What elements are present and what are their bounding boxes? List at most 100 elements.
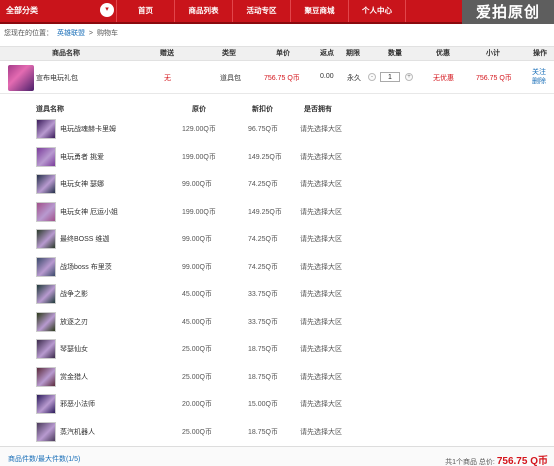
bundle-item-row: 蒸汽机器人 25.00Q币 18.75Q币 请先选择大区: [0, 419, 554, 446]
item-name: 战争之影: [60, 291, 88, 298]
subheader-price: 原价: [192, 106, 206, 113]
item-new-price: 33.75Q币: [248, 318, 278, 326]
item-owned: 请先选择大区: [300, 263, 342, 271]
subheader-new-price: 新扣价: [252, 106, 273, 113]
header-qty: 数量: [388, 50, 402, 57]
item-count-link[interactable]: 商品件数/最大件数(1/5): [8, 454, 80, 464]
item-price: 129.00Q币: [182, 126, 216, 133]
item-thumbnail: [36, 119, 56, 139]
all-categories-menu[interactable]: 全部分类 ▾: [0, 0, 116, 22]
nav-item-bean-mall[interactable]: 聚豆商城: [290, 0, 348, 22]
product-thumbnail[interactable]: [8, 65, 34, 91]
item-name: 电玩女神 厄运小姐: [60, 208, 118, 216]
item-price: 199.00Q币: [182, 153, 216, 161]
product-name[interactable]: 宣布电玩礼包: [36, 73, 78, 83]
top-nav-bar: 全部分类 ▾ 首页 商品列表 活动专区 聚豆商城 个人中心 爱拍原创: [0, 0, 554, 24]
header-points: 返点: [320, 50, 334, 57]
item-owned: 请先选择大区: [300, 291, 342, 298]
item-price: 25.00Q币: [182, 428, 212, 436]
bundle-item-row: 放逐之刃 45.00Q币 33.75Q币 请先选择大区: [0, 309, 554, 336]
breadcrumb-link-lol[interactable]: 英雄联盟: [57, 30, 85, 37]
item-owned: 请先选择大区: [300, 428, 342, 436]
item-new-price: 18.75Q币: [248, 428, 278, 436]
cart-table-header: 商品名称 赠送 类型 单价 返点 期限 数量 优惠 小计 操作: [0, 46, 554, 61]
product-period: 永久: [347, 75, 361, 82]
header-price: 单价: [276, 50, 290, 57]
header-discount: 优惠: [436, 50, 450, 57]
delete-link[interactable]: 删除: [532, 77, 546, 86]
item-price: 99.00Q币: [182, 263, 212, 271]
summary-label: 共1个商品 总价:: [445, 459, 495, 466]
item-price: 45.00Q币: [182, 291, 212, 298]
item-name: 赏金猎人: [60, 373, 88, 381]
item-thumbnail: [36, 229, 56, 249]
item-name: 电玩勇者 挑爱: [60, 153, 104, 161]
item-new-price: 96.75Q币: [248, 126, 278, 133]
bundle-items-header: 道具名称 原价 新扣价 是否拥有: [0, 104, 554, 116]
item-price: 20.00Q币: [182, 401, 212, 408]
product-gift: 无: [164, 75, 171, 82]
item-owned: 请先选择大区: [300, 318, 342, 326]
item-thumbnail: [36, 146, 56, 167]
item-new-price: 74.25Q币: [248, 263, 278, 271]
header-type: 类型: [222, 50, 236, 57]
item-thumbnail: [36, 201, 56, 222]
product-subtotal: 756.75 Q币: [476, 75, 512, 82]
header-subtotal: 小计: [486, 50, 500, 57]
nav-item-personal-center[interactable]: 个人中心: [348, 0, 406, 22]
bundle-item-row: 赏金猎人 25.00Q币 18.75Q币 请先选择大区: [0, 364, 554, 391]
item-owned: 请先选择大区: [300, 401, 342, 408]
breadcrumb-separator: >: [88, 30, 93, 37]
item-thumbnail: [36, 256, 56, 277]
item-name: 电玩女神 瑟娜: [60, 181, 104, 188]
cart-product-row: 宣布电玩礼包 无 道具包 756.75 Q币 0.00 永久 - 1 + 无优惠…: [0, 61, 554, 94]
item-name: 邪恶小法师: [60, 401, 95, 408]
bundle-item-row: 邪恶小法师 20.00Q币 15.00Q币 请先选择大区: [0, 391, 554, 418]
header-period: 期限: [346, 50, 360, 57]
item-owned: 请先选择大区: [300, 126, 342, 133]
chevron-down-icon[interactable]: ▾: [100, 3, 114, 17]
item-price: 99.00Q币: [182, 181, 212, 188]
bundle-item-row: 琴瑟仙女 25.00Q币 18.75Q币 请先选择大区: [0, 336, 554, 363]
header-ops: 操作: [533, 50, 547, 57]
item-new-price: 74.25Q币: [248, 236, 278, 243]
header-gift: 赠送: [160, 50, 174, 57]
qty-minus-button[interactable]: -: [368, 73, 376, 81]
product-price: 756.75 Q币: [264, 75, 300, 82]
item-thumbnail: [36, 339, 56, 359]
bundle-item-row: 电玩战魂赫卡里姆 129.00Q币 96.75Q币 请先选择大区: [0, 116, 554, 143]
breadcrumb: 您现在的位置： 英雄联盟 > 购物车: [4, 28, 120, 38]
total-price: 756.75 Q币: [496, 456, 548, 466]
breadcrumb-label: 您现在的位置：: [4, 30, 53, 37]
item-price: 25.00Q币: [182, 373, 212, 381]
item-name: 最终BOSS 维迦: [60, 236, 110, 243]
nav-item-events[interactable]: 活动专区: [232, 0, 290, 22]
follow-link[interactable]: 关注: [532, 68, 546, 77]
header-name: 商品名称: [52, 50, 80, 57]
item-new-price: 33.75Q币: [248, 291, 278, 298]
item-price: 45.00Q币: [182, 318, 212, 326]
product-ops: 关注 删除: [532, 68, 546, 86]
subheader-owned: 是否拥有: [304, 106, 332, 113]
bundle-item-row: 最终BOSS 维迦 99.00Q币 74.25Q币 请先选择大区: [0, 226, 554, 253]
item-name: 放逐之刃: [60, 318, 88, 326]
item-name: 蒸汽机器人: [60, 428, 95, 436]
site-logo: 爱拍原创: [462, 0, 554, 24]
item-owned: 请先选择大区: [300, 208, 342, 216]
item-thumbnail: [36, 366, 56, 387]
all-categories-label: 全部分类: [6, 6, 38, 15]
item-thumbnail: [36, 174, 56, 194]
item-owned: 请先选择大区: [300, 346, 342, 353]
product-type: 道具包: [220, 75, 241, 82]
bundle-item-row: 电玩勇者 挑爱 199.00Q币 149.25Q币 请先选择大区: [0, 144, 554, 171]
nav-item-home[interactable]: 首页: [116, 0, 174, 22]
qty-input[interactable]: 1: [380, 72, 400, 82]
nav-item-product-list[interactable]: 商品列表: [174, 0, 232, 22]
cart-summary: 共1个商品 总价: 756.75 Q币: [445, 452, 548, 466]
item-owned: 请先选择大区: [300, 153, 342, 161]
item-thumbnail: [36, 311, 56, 332]
item-name: 电玩战魂赫卡里姆: [60, 126, 116, 133]
item-new-price: 149.25Q币: [248, 208, 282, 216]
qty-plus-button[interactable]: +: [405, 73, 413, 81]
item-owned: 请先选择大区: [300, 181, 342, 188]
